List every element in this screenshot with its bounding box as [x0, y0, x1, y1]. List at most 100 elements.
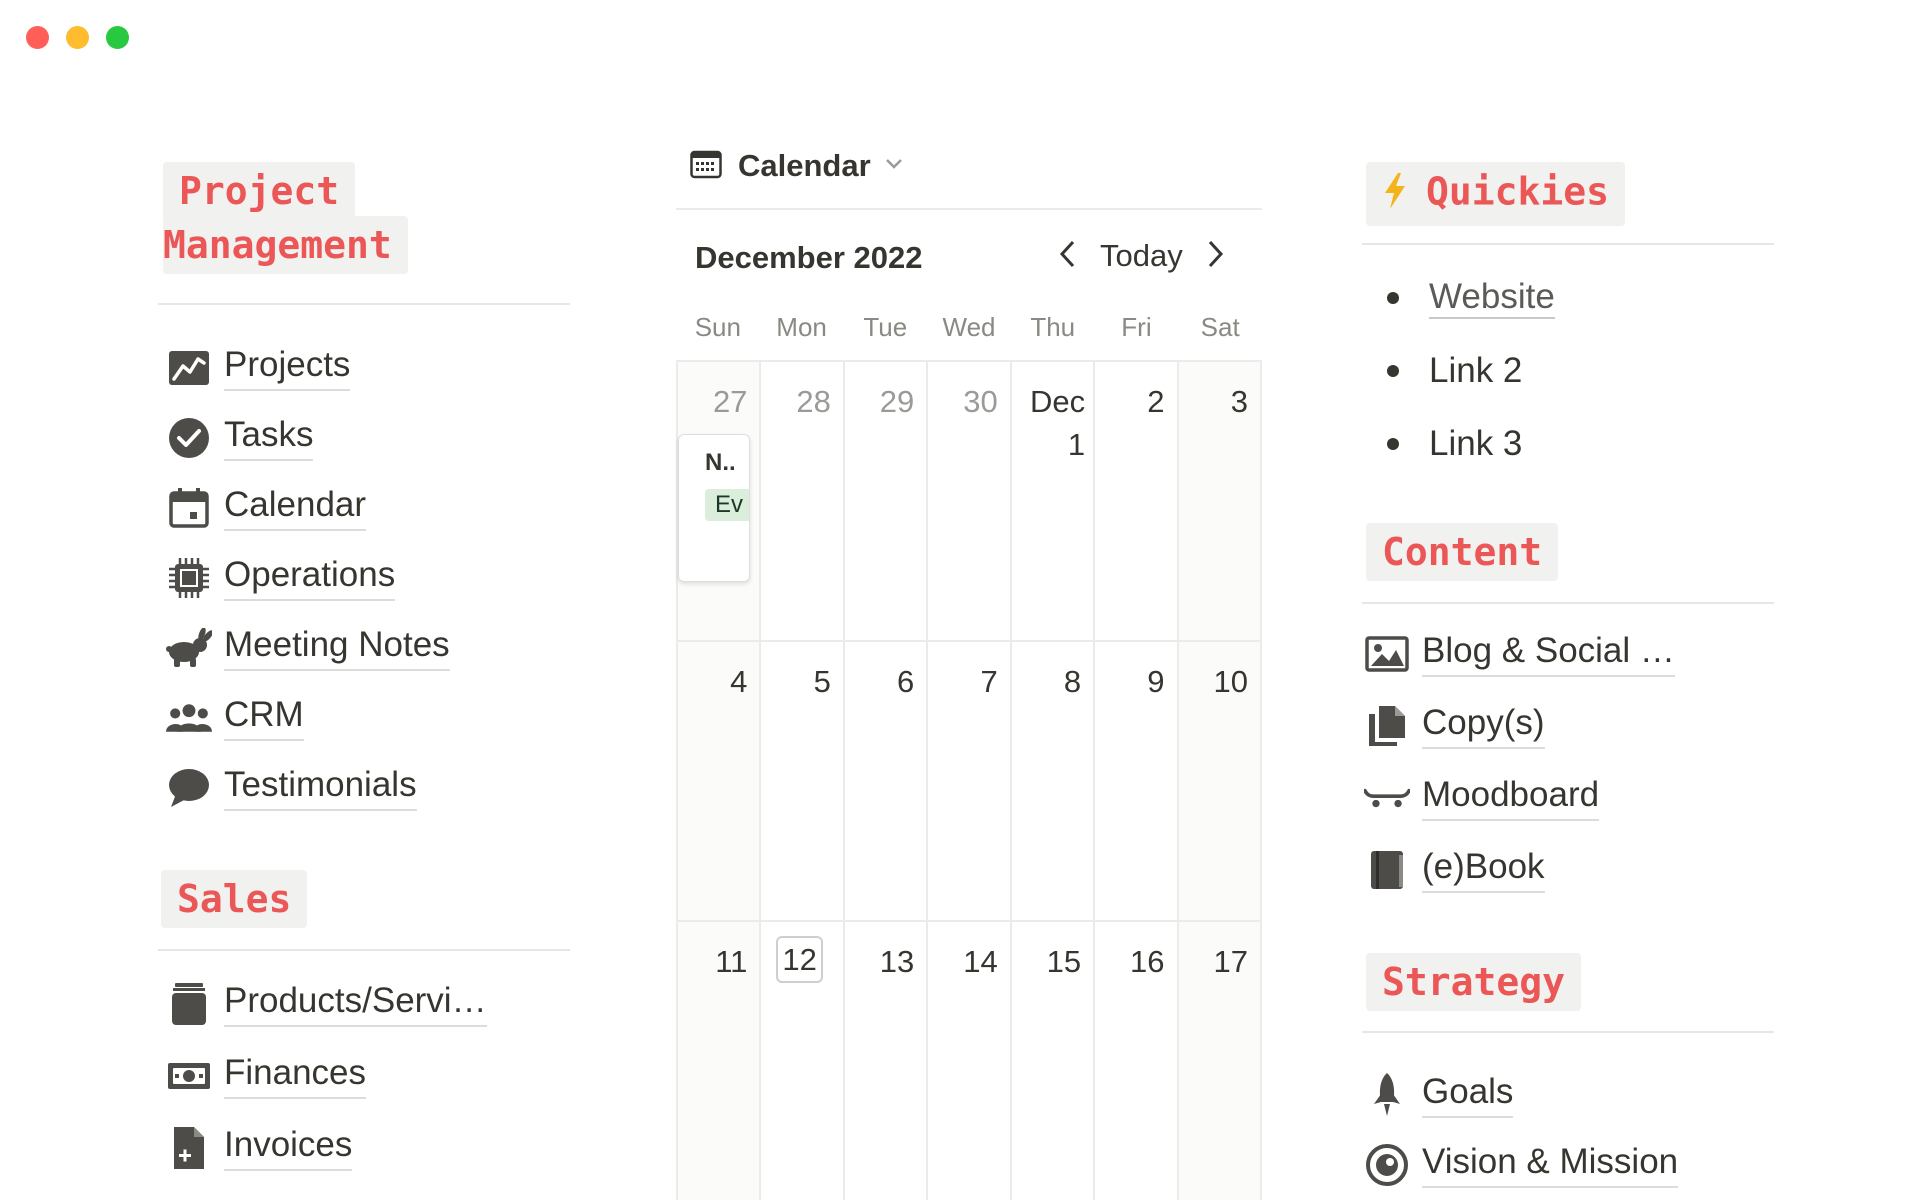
link-invoices[interactable]: Invoices: [166, 1112, 487, 1184]
chevron-down-icon: [885, 157, 903, 175]
day-number: 4: [730, 664, 748, 699]
calendar-month-label: December 2022: [695, 240, 923, 275]
website-link[interactable]: Website: [1429, 277, 1555, 319]
calendar-day-cell[interactable]: 27 N.. Ev: [678, 362, 762, 642]
link-crm[interactable]: CRM: [166, 683, 450, 753]
weekday-header: Sun Mon Tue Wed Thu Fri Sat: [676, 312, 1262, 343]
day-number: 10: [1213, 664, 1248, 699]
calendar-icon: [166, 485, 212, 531]
link-meeting-notes[interactable]: Meeting Notes: [166, 613, 450, 683]
calendar-day-cell[interactable]: 13: [844, 922, 929, 1200]
day-number: 28: [796, 384, 831, 419]
link-operations[interactable]: Operations: [166, 543, 450, 613]
event-title: N..: [705, 449, 736, 476]
day-number: 16: [1130, 944, 1165, 979]
calendar-day-cell[interactable]: 11: [678, 922, 762, 1200]
calendar-view-label: Calendar: [738, 148, 871, 183]
calendar-day-cell[interactable]: 6: [844, 642, 929, 922]
link-moodboard[interactable]: Moodboard: [1364, 762, 1675, 834]
calendar-day-cell[interactable]: Dec 1: [1011, 362, 1096, 642]
calendar-day-cell[interactable]: 30: [928, 362, 1012, 642]
calendar-day-cell[interactable]: 14: [928, 922, 1012, 1200]
previous-month-button[interactable]: [1058, 239, 1078, 274]
next-month-button[interactable]: [1205, 239, 1225, 274]
speech-bubble-icon: [166, 765, 212, 811]
calendar-day-cell[interactable]: 17: [1178, 922, 1262, 1200]
link-testimonials[interactable]: Testimonials: [166, 753, 450, 823]
link-label: Projects: [224, 345, 351, 391]
link-copies[interactable]: Copy(s): [1364, 690, 1675, 762]
day-number: Dec 1: [1029, 384, 1086, 463]
calendar-week: 11 12 13 14 15 16 17: [678, 922, 1262, 1200]
link-3-text[interactable]: Link 3: [1429, 424, 1522, 464]
weekday-label: Sat: [1200, 312, 1240, 342]
quickies-heading-box: Quickies: [1366, 162, 1626, 226]
link-ebook[interactable]: (e)Book: [1364, 834, 1675, 906]
calendar-day-cell[interactable]: 10: [1178, 642, 1262, 922]
calendar-grid: 27 N.. Ev 28 29 30 Dec 1 2 3 4 5 6 7 8 9…: [676, 360, 1262, 1200]
day-number: 27: [712, 384, 748, 419]
link-label: CRM: [224, 695, 304, 741]
section-divider: [158, 303, 570, 305]
book-icon: [1364, 847, 1410, 893]
link-calendar[interactable]: Calendar: [166, 473, 450, 543]
link-products-services[interactable]: Products/Servi…: [166, 968, 487, 1040]
today-button[interactable]: Today: [1100, 238, 1183, 274]
day-number: 15: [1046, 944, 1082, 979]
link-goals[interactable]: Goals: [1364, 1060, 1678, 1130]
calendar-day-cell[interactable]: 29: [844, 362, 929, 642]
day-number: 9: [1147, 664, 1165, 699]
sales-heading: Sales: [161, 870, 308, 928]
banknote-icon: [166, 1053, 212, 1099]
link-label: Tasks: [224, 415, 314, 461]
link-tasks[interactable]: Tasks: [166, 403, 450, 473]
day-number: 14: [963, 944, 998, 979]
calendar-day-cell[interactable]: 3: [1178, 362, 1262, 642]
link-label: Blog & Social …: [1422, 631, 1675, 677]
people-group-icon: [166, 695, 212, 741]
day-number: 5: [813, 664, 831, 699]
calendar-day-cell[interactable]: 28: [761, 362, 845, 642]
calendar-day-cell[interactable]: 2: [1095, 362, 1179, 642]
rocket-icon: [1364, 1072, 1410, 1118]
bullet-dot: [1387, 437, 1399, 450]
calendar-day-cell[interactable]: 5: [761, 642, 845, 922]
calendar-week: 4 5 6 7 8 9 10: [678, 642, 1262, 922]
jar-icon: [166, 981, 212, 1027]
link-label: Calendar: [224, 485, 367, 531]
bullet-item: Website: [1365, 261, 1555, 334]
link-2-text[interactable]: Link 2: [1429, 351, 1522, 391]
window-controls: [26, 26, 129, 49]
bullet-item: Link 2: [1365, 334, 1555, 407]
checkmark-circle-icon: [166, 415, 212, 461]
link-blog-social[interactable]: Blog & Social …: [1364, 618, 1675, 690]
link-label: Vision & Mission: [1422, 1142, 1679, 1188]
weekday-label: Mon: [776, 312, 827, 342]
section-divider: [1362, 243, 1774, 245]
calendar-day-cell[interactable]: 9: [1095, 642, 1179, 922]
calendar-view-switcher[interactable]: Calendar: [690, 148, 903, 184]
day-number: 29: [879, 384, 915, 419]
close-window-button[interactable]: [26, 26, 49, 49]
weekday-label: Tue: [863, 312, 908, 342]
calendar-day-cell[interactable]: 7: [928, 642, 1012, 922]
document-plus-icon: [166, 1125, 212, 1171]
weekday-label: Sun: [694, 312, 741, 342]
calendar-navigation: Today: [1058, 238, 1225, 274]
calendar-day-cell[interactable]: 15: [1011, 922, 1096, 1200]
content-heading-text: Content: [1366, 523, 1559, 581]
link-projects[interactable]: Projects: [166, 333, 450, 403]
link-vision-mission[interactable]: Vision & Mission: [1364, 1130, 1679, 1200]
sales-links: Products/Servi… Finances Invoices: [166, 968, 487, 1184]
calendar-event-card[interactable]: N.. Ev: [678, 434, 750, 582]
minimize-window-button[interactable]: [66, 26, 89, 49]
weekday-label: Fri: [1121, 312, 1152, 342]
calendar-day-cell[interactable]: 8: [1011, 642, 1096, 922]
link-finances[interactable]: Finances: [166, 1040, 487, 1112]
calendar-day-cell[interactable]: 4: [678, 642, 762, 922]
zoom-window-button[interactable]: [106, 26, 129, 49]
calendar-day-cell[interactable]: 12: [761, 922, 845, 1200]
day-number: 6: [897, 664, 915, 699]
calendar-divider: [676, 208, 1262, 210]
calendar-day-cell[interactable]: 16: [1095, 922, 1179, 1200]
